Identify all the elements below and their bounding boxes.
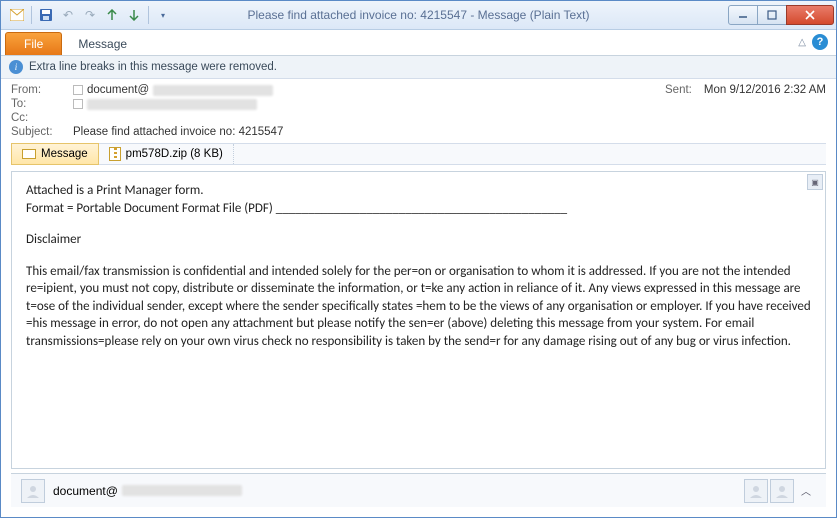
people-pane: document@ ︿ (11, 473, 826, 507)
to-value (73, 99, 257, 110)
separator (31, 6, 32, 24)
help-icon[interactable]: ? (812, 34, 828, 50)
footer-sender: document@ (53, 484, 242, 498)
avatar-small[interactable] (744, 479, 768, 503)
avatar-small[interactable] (770, 479, 794, 503)
from-label: From: (11, 84, 73, 96)
scroll-button[interactable]: ▣ (807, 174, 823, 190)
separator (148, 6, 149, 24)
minimize-button[interactable] (728, 5, 758, 25)
sent-value: Mon 9/12/2016 2:32 AM (704, 84, 826, 96)
subject-label: Subject: (11, 126, 73, 138)
mail-icon (22, 149, 36, 159)
ribbon-tabs: File Message △ ? (1, 30, 836, 56)
save-icon[interactable] (36, 5, 56, 25)
body-line: Attached is a Print Manager form. (26, 182, 811, 200)
next-icon[interactable] (124, 5, 144, 25)
body-line: Format = Portable Document Format File (… (26, 200, 811, 218)
redo-icon[interactable]: ↷ (80, 5, 100, 25)
message-body: Attached is a Print Manager form. Format… (12, 172, 825, 468)
message-tab-label: Message (41, 148, 88, 160)
info-bar[interactable]: i Extra line breaks in this message were… (1, 56, 836, 79)
app-icon[interactable] (7, 5, 27, 25)
attachment-bar: Message pm578D.zip (8 KB) (11, 143, 826, 165)
previous-icon[interactable] (102, 5, 122, 25)
avatar[interactable] (21, 479, 45, 503)
customize-qat-icon[interactable]: ▾ (153, 5, 173, 25)
message-body-container: ▣ Attached is a Print Manager form. Form… (11, 171, 826, 469)
zip-icon (109, 147, 121, 161)
info-icon: i (9, 60, 23, 74)
undo-icon[interactable]: ↶ (58, 5, 78, 25)
expand-ribbon-icon[interactable]: △ (798, 37, 806, 48)
file-tab[interactable]: File (5, 32, 62, 55)
body-line: This email/fax transmission is confident… (26, 263, 811, 351)
from-value: document@ (73, 84, 273, 96)
window-controls (729, 5, 834, 25)
message-tab[interactable]: Message (64, 33, 141, 55)
body-line: Disclaimer (26, 231, 811, 249)
maximize-button[interactable] (757, 5, 787, 25)
info-text: Extra line breaks in this message were r… (29, 61, 277, 73)
attachment-name: pm578D.zip (8 KB) (126, 148, 223, 160)
cc-label: Cc: (11, 112, 73, 124)
sent-label: Sent: (665, 84, 692, 96)
close-button[interactable] (786, 5, 834, 25)
subject-value: Please find attached invoice no: 4215547 (73, 126, 283, 138)
attachment-tab[interactable]: pm578D.zip (8 KB) (99, 144, 234, 164)
title-bar: ↶ ↷ ▾ Please find attached invoice no: 4… (1, 1, 836, 30)
quick-access-toolbar: ↶ ↷ ▾ (1, 5, 173, 25)
message-body-tab[interactable]: Message (11, 143, 99, 165)
to-label: To: (11, 98, 73, 110)
expand-people-pane-icon[interactable]: ︿ (796, 480, 816, 502)
message-headers: From: document@ Sent: Mon 9/12/2016 2:32… (1, 79, 836, 141)
